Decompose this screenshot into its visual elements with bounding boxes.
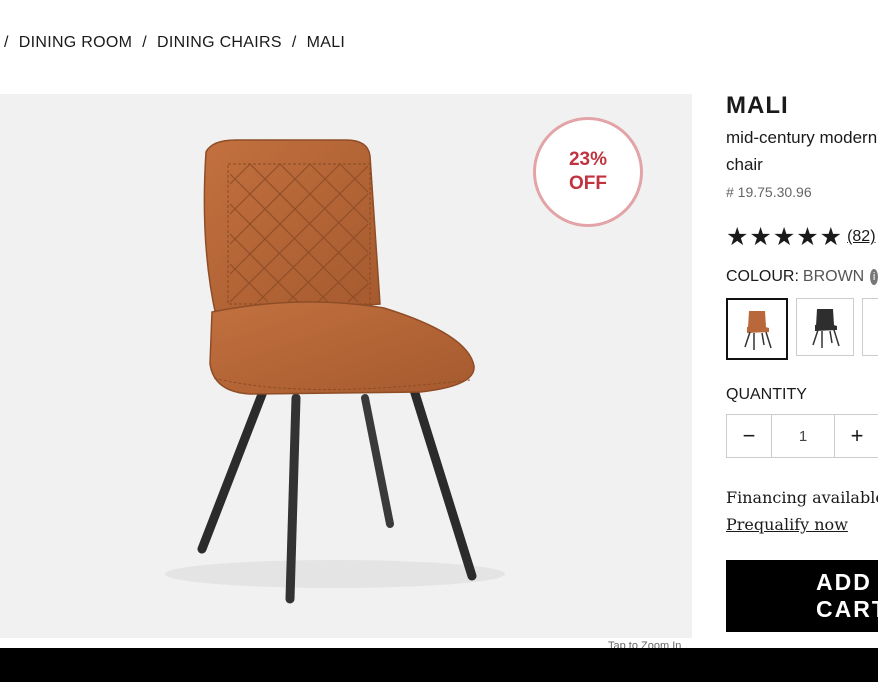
breadcrumb-dining-room[interactable]: DINING ROOM [19,34,133,52]
breadcrumb-current: MALI [306,34,346,51]
discount-percent: 23% [568,149,608,170]
colour-label: COLOUR: [726,268,799,285]
breadcrumb-separator: / [142,34,148,51]
review-count-link[interactable]: (82) [847,228,875,246]
quantity-decrease-button[interactable]: − [727,415,771,457]
discount-off-label: OFF [569,173,607,194]
quantity-input[interactable]: 1 [771,415,835,457]
bottom-bar [0,648,878,682]
colour-swatches [726,298,878,360]
quantity-label: QUANTITY [726,386,807,403]
product-description: mid-century modern chair [726,128,878,174]
swatch-other[interactable] [862,298,878,356]
add-to-cart-button[interactable]: ADD TO CART [726,560,878,632]
breadcrumb: / DINING ROOM / DINING CHAIRS / MALI [4,34,345,52]
discount-badge: 23% OFF [533,117,643,227]
quantity-increase-button[interactable]: + [835,415,878,457]
info-icon[interactable]: i [870,269,878,285]
star-rating-icon: ★★★★★ [726,223,844,251]
swatch-brown[interactable] [726,298,788,360]
breadcrumb-dining-chairs[interactable]: DINING CHAIRS [157,34,282,52]
product-info-panel: MALI mid-century modern chair # 19.75.30… [726,92,878,652]
product-title: MALI [726,92,789,119]
quantity-stepper: − 1 + [726,414,878,458]
product-sku: # 19.75.30.96 [726,184,812,200]
breadcrumb-separator: / [4,34,9,51]
prequalify-link[interactable]: Prequalify now [726,515,878,534]
breadcrumb-separator: / [291,34,297,51]
chair-thumbnail-black-icon [812,309,840,348]
swatch-black[interactable] [796,298,854,356]
chair-thumbnail-brown-icon [744,311,772,350]
rating[interactable]: ★★★★★ (82) [726,222,878,252]
colour-value: BROWN [802,268,865,285]
financing-text: Financing available from [726,488,878,507]
colour-selector-label: COLOUR: BROWN i [726,268,878,286]
